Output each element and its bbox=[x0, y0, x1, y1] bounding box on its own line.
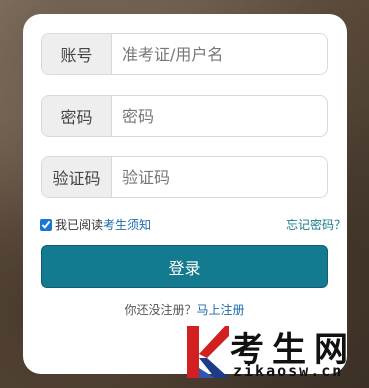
captcha-input[interactable] bbox=[112, 157, 327, 197]
account-field: 账号 bbox=[41, 33, 328, 75]
register-row: 你还没注册？马上注册 bbox=[0, 301, 369, 318]
password-field: 密码 bbox=[41, 95, 328, 137]
forgot-password-link[interactable]: 忘记密码？ bbox=[286, 216, 346, 233]
captcha-field: 验证码 bbox=[41, 156, 328, 198]
form-options: 我已阅读 考生须知 忘记密码？ bbox=[40, 216, 346, 234]
password-label: 密码 bbox=[42, 96, 112, 136]
agree-checkbox[interactable] bbox=[40, 218, 52, 231]
login-button[interactable]: 登录 bbox=[41, 245, 328, 288]
k-logo-icon bbox=[187, 326, 229, 378]
account-label: 账号 bbox=[42, 34, 112, 74]
register-prompt: 你还没注册？ bbox=[124, 303, 197, 317]
register-link[interactable]: 马上注册 bbox=[197, 303, 245, 317]
site-watermark-logo: 考生网 zikaosw.cn bbox=[185, 318, 369, 388]
password-input[interactable] bbox=[112, 96, 327, 136]
agree-text: 我已阅读 bbox=[55, 218, 104, 232]
watermark-domain-text: zikaosw.cn bbox=[233, 362, 344, 380]
agree-row[interactable]: 我已阅读 考生须知 bbox=[40, 216, 151, 233]
candidate-notice-link[interactable]: 考生须知 bbox=[103, 216, 151, 233]
account-input[interactable] bbox=[112, 34, 327, 74]
captcha-label: 验证码 bbox=[42, 157, 112, 197]
